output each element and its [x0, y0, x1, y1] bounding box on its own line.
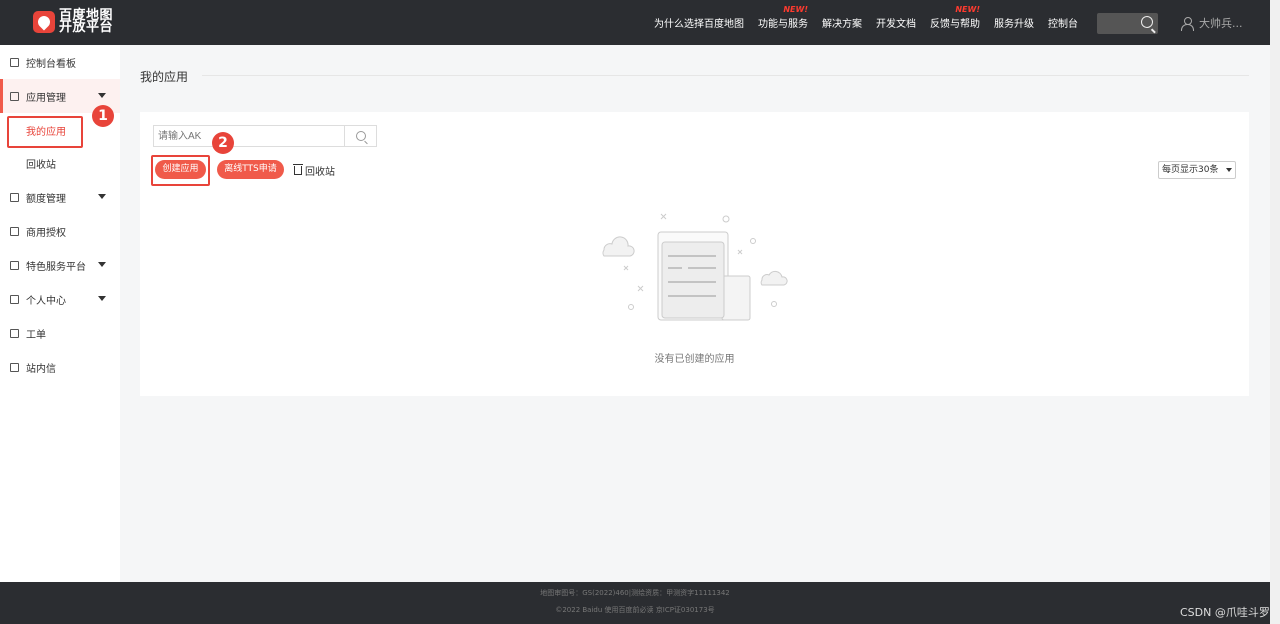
search-icon [356, 131, 366, 141]
step-badge-2: 2 [212, 132, 234, 154]
user-icon [1181, 16, 1194, 31]
clipboard-icon [10, 328, 19, 338]
offline-tts-button[interactable]: 离线TTS申请 [217, 160, 284, 179]
shield-icon [10, 226, 19, 236]
trash-icon [293, 164, 303, 175]
highlight-box-create [151, 155, 210, 186]
step-badge-1: 1 [92, 105, 114, 127]
ak-search-button[interactable] [344, 125, 377, 147]
empty-state-text: 没有已创建的应用 [654, 354, 735, 365]
chevron-down-icon [98, 194, 106, 199]
sidebar-item-quota[interactable]: 额度管理 [0, 180, 120, 214]
sidebar-item-featured-services[interactable]: 特色服务平台 [0, 248, 120, 282]
ak-search-input[interactable] [153, 125, 345, 147]
chevron-down-icon [98, 296, 106, 301]
footer: 地图审图号：GS(2022)460|测绘资质：甲测资字11111342 ©202… [0, 582, 1270, 624]
chevron-down-icon [98, 93, 106, 98]
baidu-map-logo[interactable]: 百度地图 开放平台 [33, 9, 114, 35]
sidebar-item-commercial-license[interactable]: 商用授权 [0, 214, 120, 248]
nav-docs[interactable]: 开发文档 [876, 15, 916, 30]
sidebar-item-dashboard[interactable]: 控制台看板 [0, 45, 120, 79]
nav-console[interactable]: 控制台 [1048, 15, 1078, 30]
user-menu[interactable]: 大帅兵... [1181, 15, 1243, 31]
chevron-down-icon [1226, 168, 1232, 172]
user-name: 大帅兵... [1199, 17, 1243, 30]
page-title: 我的应用 [140, 70, 189, 84]
chevron-down-icon [98, 262, 106, 267]
title-divider [202, 75, 1249, 76]
csdn-watermark: CSDN @爪哇斗罗 [1180, 606, 1270, 619]
nav-upgrade[interactable]: 服务升级 [994, 15, 1034, 30]
search-icon[interactable] [1141, 16, 1153, 28]
highlight-box-my-apps [7, 116, 83, 148]
logo-line2: 开放平台 [59, 20, 114, 35]
heart-icon [10, 260, 19, 270]
nav-feedback[interactable]: NEW! 反馈与帮助 [930, 5, 980, 30]
sidebar-item-tickets[interactable]: 工单 [0, 316, 120, 350]
recycle-bin-link[interactable]: 回收站 [293, 163, 335, 178]
sidebar-item-personal-center[interactable]: 个人中心 [0, 282, 120, 316]
logo-icon [33, 11, 55, 33]
sliders-icon [10, 192, 19, 202]
new-badge: NEW! [783, 5, 808, 14]
nav-solutions[interactable]: 解决方案 [822, 15, 862, 30]
new-badge: NEW! [955, 5, 980, 14]
scrollbar[interactable] [1270, 0, 1280, 624]
nav-features[interactable]: NEW! 功能与服务 [758, 5, 808, 30]
nav-why-baidu[interactable]: 为什么选择百度地图 [654, 15, 744, 30]
main-nav: 为什么选择百度地图 NEW! 功能与服务 解决方案 开发文档 NEW! 反馈与帮助 … [640, 0, 1078, 45]
page-size-select[interactable]: 每页显示30条 [1158, 161, 1236, 179]
empty-state-illustration [602, 213, 788, 321]
top-navbar: 百度地图 开放平台 为什么选择百度地图 NEW! 功能与服务 解决方案 开发文档 … [0, 0, 1270, 45]
sidebar-sub-recycle[interactable]: 回收站 [26, 156, 56, 171]
footer-line-1: 地图审图号：GS(2022)460|测绘资质：甲测资字11111342 [540, 589, 730, 597]
grid-icon [10, 91, 19, 101]
top-search-input[interactable] [1097, 13, 1158, 34]
user-circle-icon [10, 294, 19, 304]
dashboard-icon [10, 57, 19, 67]
footer-line-2: ©2022 Baidu 使用百度前必读 京ICP证030173号 [555, 606, 715, 614]
